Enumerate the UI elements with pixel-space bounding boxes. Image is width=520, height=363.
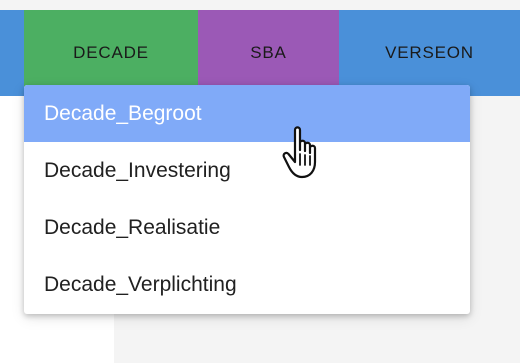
dropdown-item-decade-investering[interactable]: Decade_Investering xyxy=(24,142,470,199)
dropdown-item-label: Decade_Begroot xyxy=(44,101,202,125)
dropdown-item-decade-verplichting[interactable]: Decade_Verplichting xyxy=(24,256,470,313)
tab-bar: DECADE SBA VERSEON xyxy=(0,10,520,96)
dropdown-item-label: Decade_Investering xyxy=(44,158,231,182)
dropdown-item-label: Decade_Verplichting xyxy=(44,272,237,296)
dropdown-menu: Decade_Begroot Decade_Investering Decade… xyxy=(24,85,470,314)
tab-decade-label: DECADE xyxy=(73,43,149,62)
tab-decade[interactable]: DECADE xyxy=(24,10,198,96)
tab-verseon-label: VERSEON xyxy=(385,43,474,62)
tab-bar-left-edge xyxy=(0,10,24,96)
dropdown-item-label: Decade_Realisatie xyxy=(44,215,221,239)
top-strip xyxy=(0,0,520,10)
dropdown-item-decade-begroot[interactable]: Decade_Begroot xyxy=(24,85,470,142)
tab-sba[interactable]: SBA xyxy=(198,10,339,96)
tab-sba-label: SBA xyxy=(250,43,287,62)
tab-verseon[interactable]: VERSEON xyxy=(339,10,520,96)
dropdown-item-decade-realisatie[interactable]: Decade_Realisatie xyxy=(24,199,470,256)
